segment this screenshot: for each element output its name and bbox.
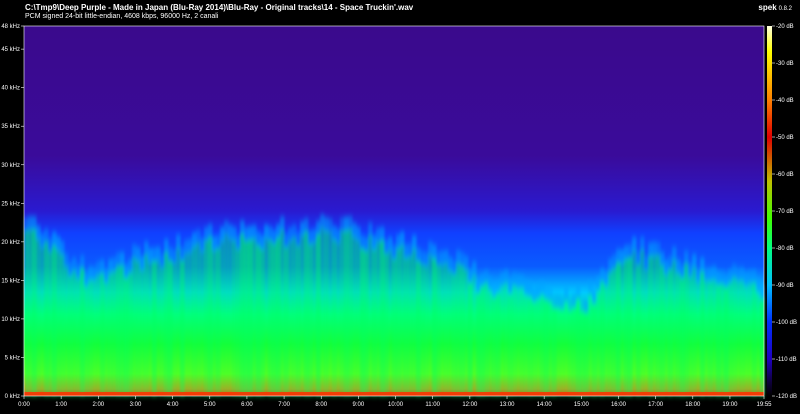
y-tick-label: 40 kHz (1, 86, 20, 92)
x-tick-label: 10:00 (388, 402, 404, 408)
y-tick-label: 30 kHz (1, 163, 20, 169)
y-tick-label: 10 kHz (1, 317, 20, 323)
colorbar-tick-label: -40 dB (776, 98, 794, 104)
x-tick-label: 15:00 (574, 402, 590, 408)
colorbar-tick-label: -120 dB (776, 394, 797, 400)
decibel-colorbar: -20 dB -30 dB -40 dB -50 dB -60 dB -70 dB -80 … (767, 24, 797, 400)
colorbar-tick-label: -100 dB (776, 320, 797, 326)
y-tick-label: 5 kHz (5, 355, 20, 361)
time-axis: 0:00 1:00 2:00 3:00 4:00 5:00 6:00 7:00 8:00 9:00… (18, 396, 772, 408)
colorbar-tick-label: -50 dB (776, 135, 794, 141)
x-tick-label: 14:00 (537, 402, 553, 408)
y-tick-label: 0 kHz (5, 394, 20, 400)
colorbar-tick-label: -110 dB (776, 357, 797, 363)
x-tick-label: 0:00 (18, 402, 30, 408)
x-tick-label: 13:00 (500, 402, 516, 408)
colorbar-tick-label: -30 dB (776, 61, 794, 67)
x-tick-label: 19:00 (722, 402, 738, 408)
spectrogram-chart: 0 kHz 5 kHz 10 kHz 15 kHz 20 kHz 25 kHz 30 kHz… (1, 24, 797, 408)
y-tick-label: 20 kHz (1, 240, 20, 246)
y-tick-label: 25 kHz (1, 201, 20, 207)
x-tick-label: 4:00 (167, 402, 179, 408)
x-tick-label: 7:00 (278, 402, 290, 408)
colorbar-tick-label: -70 dB (776, 209, 794, 215)
colorbar-gradient (767, 26, 772, 396)
x-tick-label: 8:00 (315, 402, 327, 408)
y-tick-label: 48 kHz (1, 24, 20, 30)
x-tick-label: 2:00 (92, 402, 104, 408)
x-tick-label: 19:55 (756, 402, 772, 408)
x-tick-label: 9:00 (353, 402, 365, 408)
x-tick-label: 11:00 (425, 402, 440, 408)
y-tick-label: 15 kHz (1, 278, 20, 284)
x-tick-label: 18:00 (685, 402, 701, 408)
spectrogram-low-band (24, 392, 764, 396)
x-tick-label: 1:00 (55, 402, 67, 408)
x-tick-label: 16:00 (611, 402, 627, 408)
colorbar-tick-label: -60 dB (776, 172, 794, 178)
colorbar-tick-label: -80 dB (776, 246, 794, 252)
frequency-axis: 0 kHz 5 kHz 10 kHz 15 kHz 20 kHz 25 kHz 30 kHz… (1, 24, 24, 400)
x-tick-label: 3:00 (130, 402, 142, 408)
x-tick-label: 17:00 (648, 402, 664, 408)
x-tick-label: 6:00 (241, 402, 253, 408)
colorbar-tick-label: -90 dB (776, 283, 794, 289)
colorbar-tick-label: -20 dB (776, 24, 794, 30)
x-tick-label: 12:00 (462, 402, 478, 408)
y-tick-label: 35 kHz (1, 124, 20, 130)
spectrogram-plot (23, 25, 765, 397)
y-tick-label: 45 kHz (1, 47, 20, 53)
x-tick-label: 5:00 (204, 402, 216, 408)
